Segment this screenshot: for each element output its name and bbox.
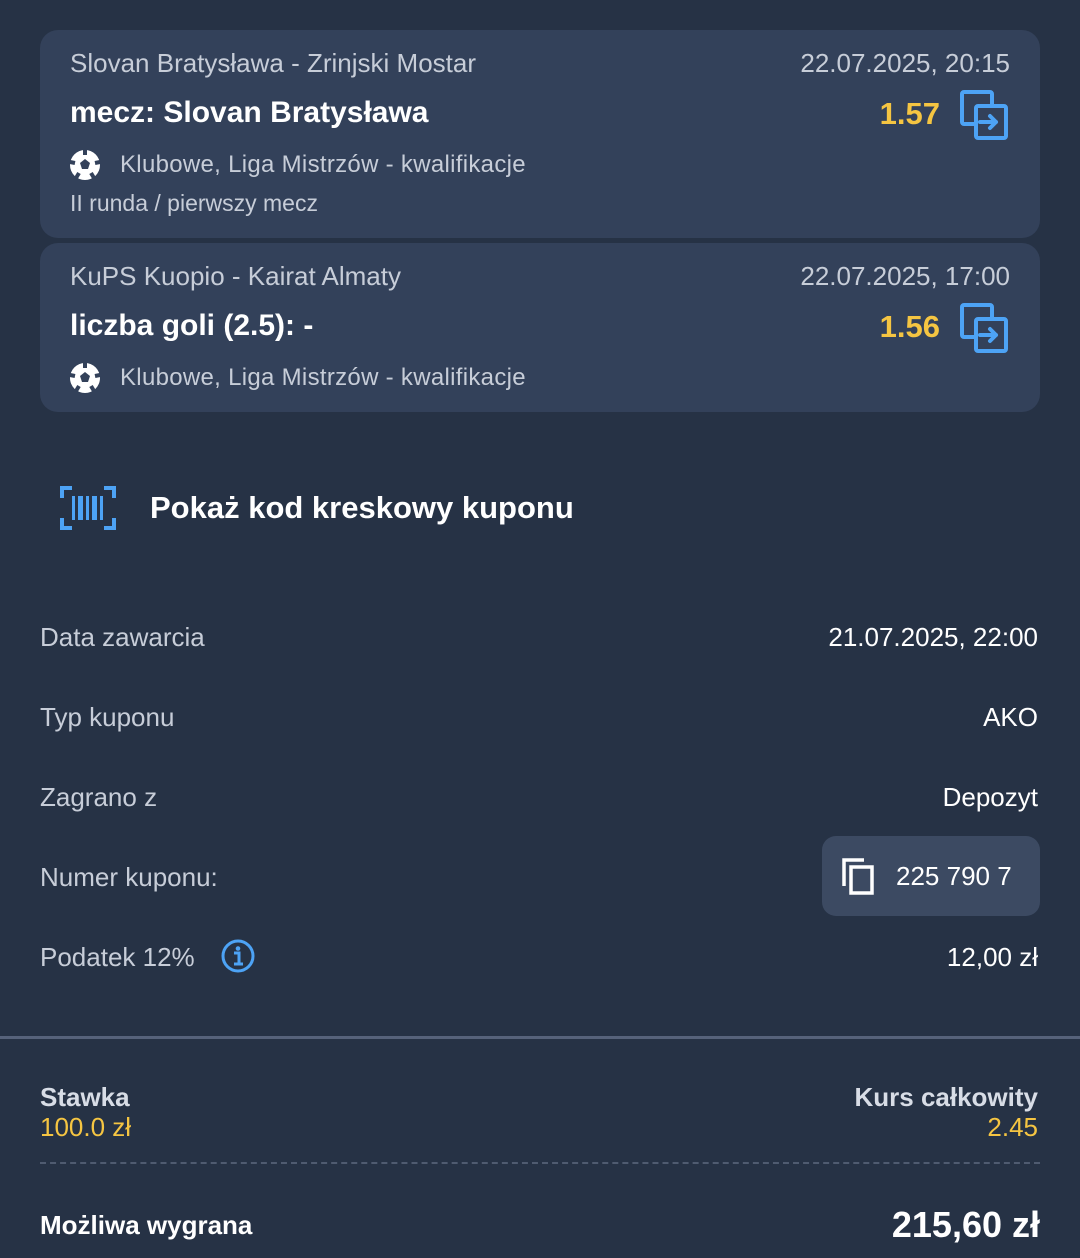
bet-odds: 1.57 — [879, 96, 940, 131]
coupon-number-label: Numer kuponu: — [40, 862, 218, 892]
source-value: Depozyt — [942, 782, 1038, 812]
league-row: Klubowe, Liga Mistrzów - kwalifikacje — [68, 361, 526, 395]
coupon-number-value: 225 790 7 — [896, 860, 1012, 891]
match-date: 22.07.2025, 20:15 — [800, 48, 1010, 78]
bet-card[interactable]: Slovan Bratysława - Zrinjski Mostar 22.0… — [40, 30, 1040, 238]
league-name: Klubowe, Liga Mistrzów - kwalifikacje — [120, 151, 526, 178]
copy-icon — [842, 858, 874, 895]
divider — [0, 1036, 1080, 1039]
match-date: 22.07.2025, 17:00 — [800, 261, 1010, 291]
bet-selection: liczba goli (2.5): - — [70, 309, 314, 342]
date-value: 21.07.2025, 22:00 — [828, 622, 1038, 652]
match-name: KuPS Kuopio - Kairat Almaty — [70, 261, 401, 291]
possible-win-label: Możliwa wygrana — [40, 1210, 253, 1240]
tax-value: 12,00 zł — [946, 942, 1038, 972]
match-round: II runda / pierwszy mecz — [70, 190, 318, 216]
copy-arrow-icon[interactable] — [960, 301, 1010, 357]
copy-arrow-icon[interactable] — [960, 88, 1010, 144]
league-name: Klubowe, Liga Mistrzów - kwalifikacje — [120, 364, 526, 391]
soccer-ball-icon — [69, 150, 101, 180]
match-name: Slovan Bratysława - Zrinjski Mostar — [70, 48, 476, 78]
league-row: Klubowe, Liga Mistrzów - kwalifikacje — [68, 148, 526, 182]
type-value: AKO — [983, 702, 1038, 732]
soccer-ball-icon — [69, 363, 101, 393]
barcode-scan-icon — [60, 486, 116, 530]
source-label: Zagrano z — [40, 782, 158, 812]
copy-coupon-number-button[interactable]: 225 790 7 — [822, 836, 1040, 916]
show-barcode-label: Pokaż kod kreskowy kuponu — [150, 490, 574, 525]
bet-card[interactable]: KuPS Kuopio - Kairat Almaty 22.07.2025, … — [40, 243, 1040, 412]
date-label: Data zawarcia — [40, 622, 205, 652]
total-odds-value: 2.45 — [987, 1112, 1038, 1142]
bet-selection: mecz: Slovan Bratysława — [70, 96, 429, 129]
tax-label: Podatek 12% — [40, 942, 195, 972]
total-odds-label: Kurs całkowity — [854, 1082, 1038, 1112]
show-barcode-button[interactable]: Pokaż kod kreskowy kuponu — [60, 480, 574, 536]
coupon-details-screen: Slovan Bratysława - Zrinjski Mostar 22.0… — [0, 0, 1080, 1258]
possible-win-value: 215,60 zł — [891, 1204, 1040, 1245]
bet-odds: 1.56 — [879, 309, 940, 344]
stake-label: Stawka — [40, 1082, 130, 1112]
type-label: Typ kuponu — [40, 702, 175, 732]
info-icon[interactable] — [220, 938, 256, 974]
dashed-separator — [40, 1162, 1040, 1164]
stake-value: 100.0 zł — [40, 1112, 132, 1142]
